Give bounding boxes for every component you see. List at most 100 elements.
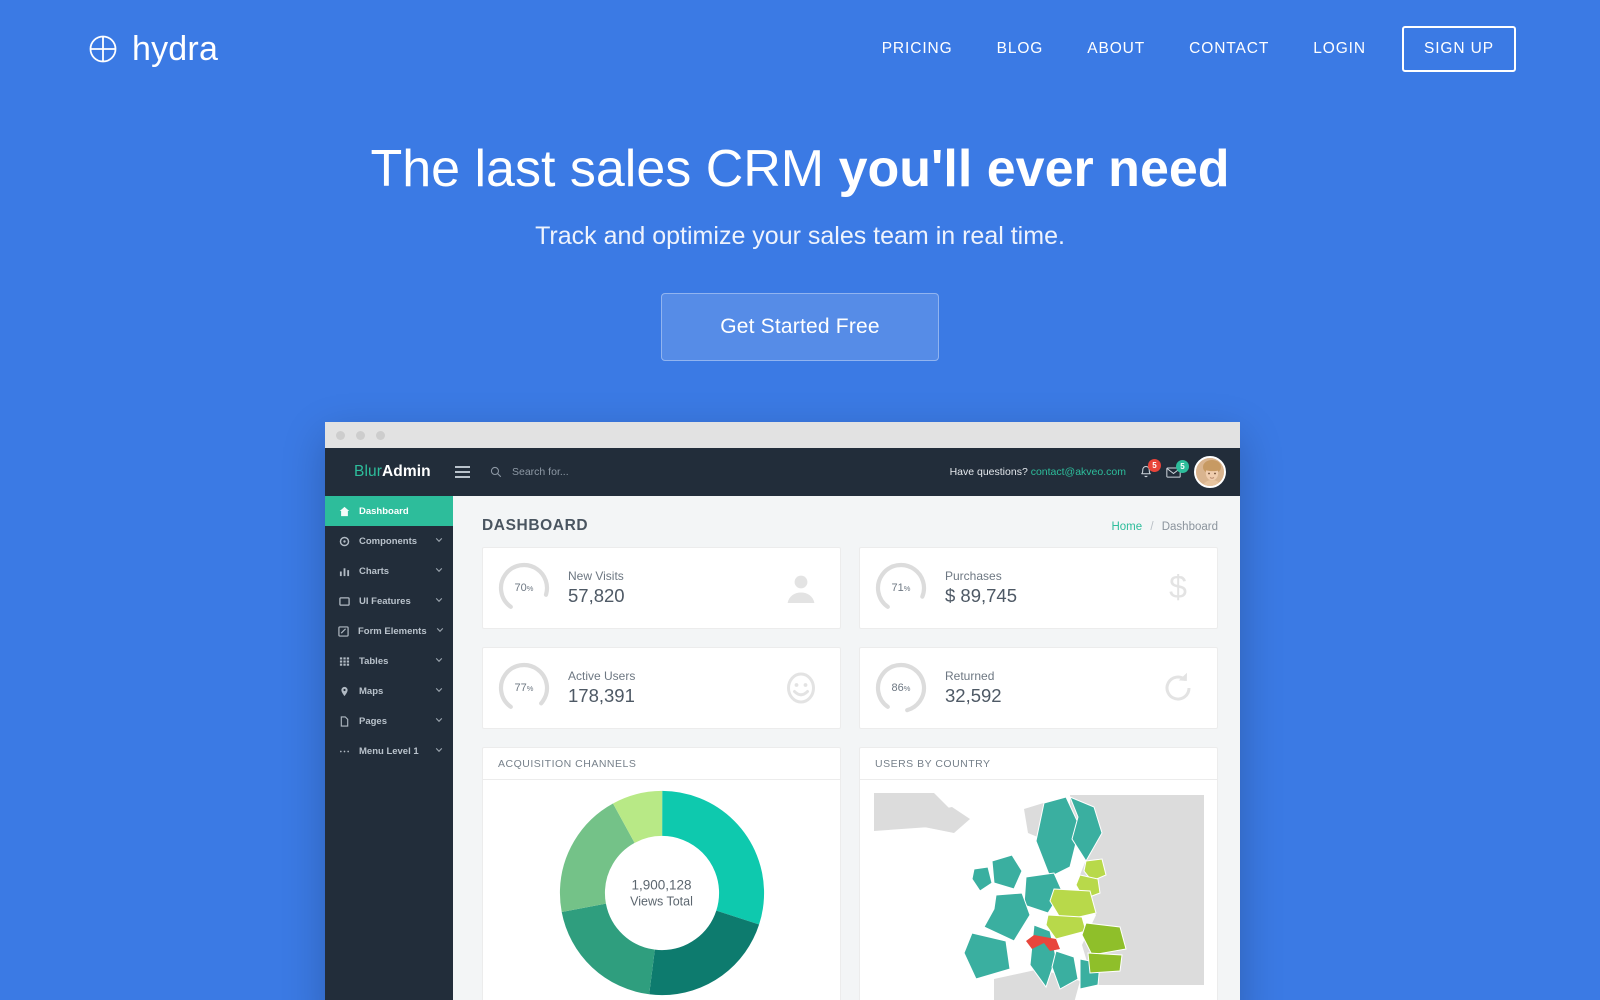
browser-mockup: BlurAdmin Search for... Have questions? … — [325, 422, 1240, 1000]
panels-grid: ACQUISITION CHANNELS 1,900,128 Views Tot… — [453, 729, 1240, 1000]
stat-cards-grid: 70% New Visits 57,820 71% Purchases $ 89… — [453, 547, 1240, 729]
ellipsis-icon — [338, 746, 350, 757]
donut-slice-5 — [559, 790, 764, 996]
sidebar: Dashboard Components Charts UI Features … — [325, 448, 453, 1000]
notifications-button[interactable]: 5 — [1139, 458, 1161, 480]
stat-card-label: Returned — [945, 669, 995, 683]
stat-card-value: $ 89,745 — [945, 585, 1018, 606]
sidebar-item-pages[interactable]: Pages — [325, 706, 453, 736]
breadcrumb-home[interactable]: Home — [1111, 521, 1142, 533]
avatar[interactable] — [1194, 456, 1226, 488]
app-body: Dashboard Components Charts UI Features … — [325, 448, 1240, 1000]
nav-link-about[interactable]: ABOUT — [1065, 30, 1167, 68]
notifications-badge: 5 — [1148, 458, 1161, 472]
sidebar-item-form-elements[interactable]: Form Elements — [325, 616, 453, 646]
chevron-down-icon — [436, 626, 444, 637]
bar-chart-icon — [338, 566, 350, 577]
progress-ring-value: 70% — [514, 582, 534, 594]
top-navigation-bar: hydra PRICING BLOG ABOUT CONTACT LOGIN S… — [0, 0, 1600, 98]
users-by-country-panel: USERS BY COUNTRY — [859, 747, 1218, 1000]
chevron-down-icon — [435, 566, 443, 577]
stat-card-returned[interactable]: 86% Returned 32,592 — [859, 647, 1218, 729]
progress-ring-value: 71% — [891, 582, 911, 594]
app-brand-prefix: Blur — [354, 463, 382, 480]
sidebar-item-menu-level-1[interactable]: Menu Level 1 — [325, 736, 453, 766]
chevron-down-icon — [435, 746, 443, 757]
breadcrumb-current: Dashboard — [1161, 521, 1218, 533]
landing-page: hydra PRICING BLOG ABOUT CONTACT LOGIN S… — [0, 0, 1600, 1000]
search-input[interactable]: Search for... — [490, 466, 569, 478]
sidebar-item-charts[interactable]: Charts — [325, 556, 453, 586]
breadcrumb-separator: / — [1150, 521, 1154, 533]
stat-card-purchases[interactable]: 71% Purchases $ 89,745 $ — [859, 547, 1218, 629]
panel-title-country: USERS BY COUNTRY — [860, 748, 1217, 780]
dashboard-content: DASHBOARD Home / Dashboard 70% New Visit… — [453, 448, 1240, 1000]
stat-card-text: New Visits 57,820 — [568, 569, 625, 607]
sidebar-item-tables[interactable]: Tables — [325, 646, 453, 676]
nav-link-login[interactable]: LOGIN — [1291, 30, 1388, 68]
acquisition-channels-panel: ACQUISITION CHANNELS 1,900,128 Views Tot… — [482, 747, 841, 1000]
donut-chart: 1,900,128 Views Total — [483, 780, 840, 1000]
sidebar-item-dashboard[interactable]: Dashboard — [325, 496, 453, 526]
hero-section: The last sales CRM you'll ever need Trac… — [0, 140, 1600, 361]
smiley-icon — [784, 671, 818, 705]
browser-chrome-bar — [325, 422, 1240, 448]
app-header: BlurAdmin Search for... Have questions? … — [325, 448, 1240, 496]
progress-ring-value: 77% — [514, 682, 534, 694]
sidebar-label-components: Components — [359, 535, 418, 547]
chevron-down-icon — [435, 656, 443, 667]
file-icon — [338, 715, 350, 727]
nav-link-contact[interactable]: CONTACT — [1167, 30, 1291, 68]
home-icon — [338, 506, 350, 517]
content-header: DASHBOARD Home / Dashboard — [453, 496, 1240, 547]
refresh-icon — [1161, 671, 1195, 705]
chevron-down-icon — [435, 686, 443, 697]
gear-icon — [338, 536, 350, 547]
stat-card-value: 178,391 — [568, 685, 635, 706]
contact-email-link[interactable]: contact@akveo.com — [1031, 466, 1126, 478]
stat-card-label: New Visits — [568, 569, 624, 583]
app-brand[interactable]: BlurAdmin — [325, 463, 453, 481]
progress-ring: 86% — [873, 660, 929, 716]
page-title: DASHBOARD — [482, 517, 589, 534]
chevron-down-icon — [435, 716, 443, 727]
nav-link-pricing[interactable]: PRICING — [860, 30, 975, 68]
hero-title-bold: you'll ever need — [838, 140, 1230, 198]
circle-plus-icon — [89, 35, 117, 63]
sidebar-label-ui-features: UI Features — [359, 595, 411, 607]
brand-logo[interactable]: hydra — [88, 32, 218, 66]
stat-card-active-users[interactable]: 77% Active Users 178,391 — [482, 647, 841, 729]
nav-link-blog[interactable]: BLOG — [975, 30, 1066, 68]
sidebar-item-maps[interactable]: Maps — [325, 676, 453, 706]
stat-card-text: Returned 32,592 — [945, 669, 1002, 707]
breadcrumb: Home / Dashboard — [1111, 521, 1218, 533]
progress-ring: 77% — [496, 660, 552, 716]
progress-ring: 71% — [873, 560, 929, 616]
sidebar-label-form-elements: Form Elements — [358, 625, 427, 637]
signup-button[interactable]: SIGN UP — [1401, 26, 1516, 72]
chevron-down-icon — [435, 536, 443, 547]
hamburger-menu-icon[interactable] — [455, 466, 470, 478]
questions-label: Have questions? — [949, 466, 1028, 478]
avatar-photo — [1196, 458, 1224, 486]
stat-card-new-visits[interactable]: 70% New Visits 57,820 — [482, 547, 841, 629]
hero-subtitle: Track and optimize your sales team in re… — [535, 221, 1065, 250]
donut-chart-svg — [559, 790, 764, 996]
stat-card-value: 32,592 — [945, 685, 1002, 706]
nav-links: PRICING BLOG ABOUT CONTACT LOGIN SIGN UP — [860, 26, 1516, 72]
edit-icon — [338, 625, 349, 637]
svg-text:$: $ — [1169, 571, 1187, 605]
messages-badge: 5 — [1176, 459, 1189, 473]
progress-ring: 70% — [496, 560, 552, 616]
messages-button[interactable]: 5 — [1166, 459, 1189, 479]
dollar-icon: $ — [1161, 571, 1195, 605]
sidebar-item-components[interactable]: Components — [325, 526, 453, 556]
pin-icon — [338, 686, 350, 697]
stat-card-text: Purchases $ 89,745 — [945, 569, 1017, 607]
sidebar-label-menu-level-1: Menu Level 1 — [359, 745, 419, 757]
app-brand-suffix: Admin — [381, 463, 431, 480]
get-started-button[interactable]: Get Started Free — [661, 292, 939, 361]
sidebar-item-ui-features[interactable]: UI Features — [325, 586, 453, 616]
sidebar-label-tables: Tables — [359, 655, 389, 667]
progress-ring-value: 86% — [891, 682, 911, 694]
